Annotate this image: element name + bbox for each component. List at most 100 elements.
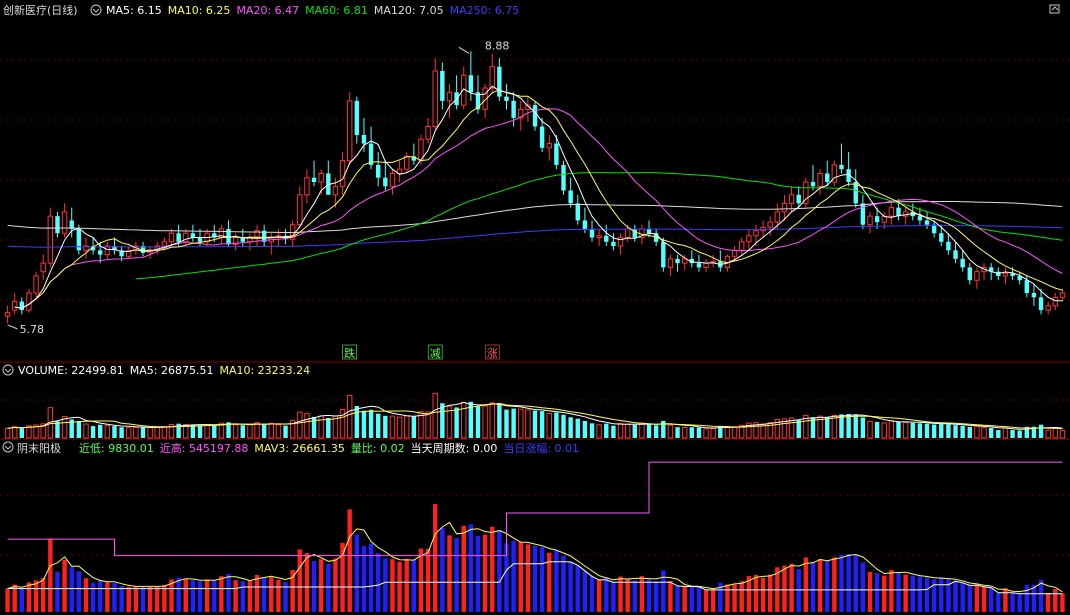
- indicator-bar: [326, 563, 331, 612]
- volume-bar: [1052, 427, 1059, 439]
- candle-body-down: [924, 220, 930, 225]
- volume-bar: [425, 411, 431, 439]
- candle-body-down: [589, 228, 595, 238]
- indicator-bar: [375, 553, 381, 612]
- indicator-bar: [1045, 593, 1051, 612]
- indicator-bar: [996, 592, 1001, 612]
- candle-body-down: [1031, 293, 1037, 298]
- volume-bar: [617, 422, 624, 439]
- volume-bar: [831, 414, 838, 439]
- candle-body-up: [731, 249, 738, 257]
- candle: [632, 224, 637, 242]
- volume-bar: [161, 426, 168, 439]
- indicator-bar: [846, 553, 851, 612]
- candle-body-up: [489, 66, 495, 89]
- indicator-bar: [90, 583, 96, 612]
- candle-body-up: [304, 177, 310, 196]
- candle: [589, 220, 595, 242]
- volume-bar: [846, 414, 851, 438]
- indicator-bar: [810, 561, 816, 612]
- event-marker[interactable]: 跌: [342, 344, 357, 360]
- volume-bar: [881, 422, 887, 439]
- candle-body-up: [346, 100, 353, 162]
- candle: [4, 305, 11, 323]
- candle-body-up: [760, 226, 766, 232]
- legend-item: MA5: 6.15: [106, 4, 162, 17]
- candle: [40, 254, 46, 281]
- candle-body-down: [532, 105, 538, 127]
- volume-bar: [133, 426, 139, 439]
- indicator-bar: [1017, 593, 1022, 612]
- indicator-bar: [960, 582, 965, 612]
- volume-bar: [967, 427, 972, 438]
- candle-body-up: [318, 172, 324, 183]
- candle: [11, 293, 18, 315]
- volume-bar: [212, 424, 217, 438]
- indicator-bar: [390, 559, 395, 612]
- indicator-bar: [889, 570, 894, 612]
- indicator-bar: [532, 545, 538, 612]
- indicator-bar: [311, 560, 317, 612]
- indicator-bars: [5, 504, 1065, 612]
- indicator-bar: [539, 547, 545, 612]
- indicator-toggle-icon[interactable]: [2, 441, 14, 453]
- indicator-bar: [240, 581, 245, 612]
- volume-bar: [910, 422, 915, 438]
- indicator-bar: [710, 589, 716, 612]
- volume-bar: [489, 402, 495, 439]
- candle-body-up: [47, 215, 54, 264]
- volume-toggle-icon[interactable]: [2, 364, 14, 376]
- candle-body-up: [1052, 296, 1059, 307]
- volume-bar: [104, 425, 111, 439]
- candle-body-down: [874, 216, 880, 223]
- volume-bar: [354, 405, 360, 438]
- candle-body-up: [40, 262, 46, 273]
- candle-body-up: [788, 194, 795, 204]
- candle: [383, 160, 388, 191]
- indicator-bar: [867, 571, 873, 612]
- event-marker[interactable]: 减: [427, 344, 443, 360]
- volume-bar: [696, 427, 702, 438]
- volume-bar: [440, 403, 445, 438]
- indicator-bar: [910, 575, 915, 612]
- candle: [796, 186, 801, 208]
- volume-bar: [604, 423, 609, 438]
- candle: [760, 220, 766, 238]
- indicator-bar: [454, 538, 459, 612]
- indicator-bar: [176, 577, 181, 612]
- candle-body-down: [575, 203, 580, 221]
- volume-bar: [888, 420, 895, 439]
- candle: [425, 117, 431, 144]
- candle-body-up: [596, 235, 602, 239]
- indicator-bar: [825, 560, 830, 612]
- indicator-bar: [197, 581, 203, 612]
- candle: [168, 228, 175, 247]
- indicator-bar: [853, 554, 858, 612]
- candle-body-up: [339, 160, 346, 187]
- indicator-bar: [33, 580, 39, 612]
- candle: [596, 228, 602, 247]
- event-marker[interactable]: 涨: [484, 344, 500, 360]
- candle-body-down: [1024, 280, 1030, 294]
- indicator-bar: [19, 588, 25, 612]
- indicator-bar: [653, 581, 659, 612]
- volume-bar: [368, 409, 374, 438]
- indicator-bar: [440, 527, 445, 612]
- volume-bar: [126, 427, 132, 439]
- expand-icon[interactable]: [1049, 4, 1060, 14]
- volume-bar: [525, 409, 531, 439]
- indicator-bar: [525, 544, 531, 612]
- legend-item: MA20: 6.47: [236, 4, 299, 17]
- volume-bar: [596, 424, 602, 439]
- indicator-bar: [297, 549, 303, 612]
- indicator-bar: [903, 574, 908, 612]
- candle: [667, 254, 674, 276]
- candle: [396, 160, 403, 182]
- candle: [867, 211, 873, 234]
- volume-bar: [511, 408, 516, 438]
- candle: [26, 288, 32, 313]
- volume-bar: [346, 395, 353, 439]
- settings-toggle-icon[interactable]: [90, 4, 102, 16]
- volume-bar: [703, 428, 709, 439]
- indicator-bar: [411, 559, 417, 612]
